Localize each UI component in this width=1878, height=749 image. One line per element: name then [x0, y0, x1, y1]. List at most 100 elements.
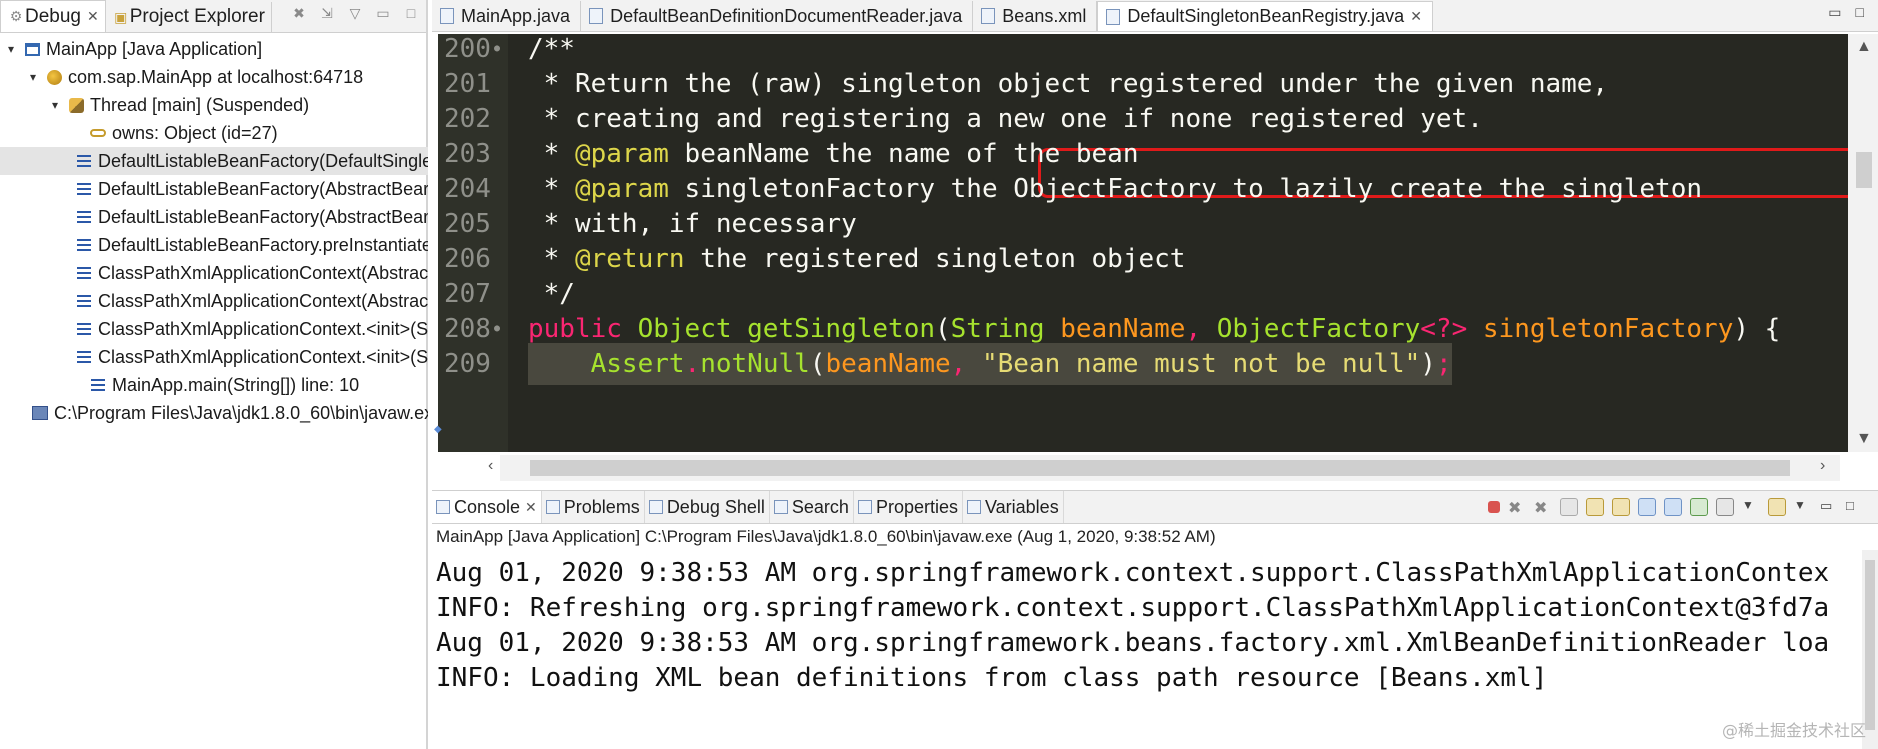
- scroll-thumb[interactable]: [530, 460, 1790, 476]
- maximize-icon[interactable]: □: [1846, 498, 1864, 516]
- debug-tree-item[interactable]: ClassPathXmlApplicationContext.<init>(S: [0, 343, 428, 371]
- maximize-icon[interactable]: □: [402, 4, 420, 22]
- app-icon: [24, 41, 40, 57]
- scroll-thumb[interactable]: [1856, 152, 1872, 188]
- word-wrap-icon[interactable]: [1612, 498, 1630, 516]
- code-token: <?>: [1420, 314, 1468, 344]
- debug-tree-item[interactable]: DefaultListableBeanFactory(DefaultSingle: [0, 147, 428, 175]
- variables-icon: [966, 500, 981, 514]
- show-on-stderr-icon[interactable]: [1664, 498, 1682, 516]
- debug-tree-item[interactable]: ClassPathXmlApplicationContext(Abstrac: [0, 259, 428, 287]
- view-menu-icon[interactable]: ▽: [346, 4, 364, 22]
- editor-window-controls: ▭ □: [1828, 4, 1864, 21]
- problems-icon: [545, 500, 560, 514]
- tab-console[interactable]: Console ✕: [432, 491, 542, 523]
- debug-tree-item-label: ClassPathXmlApplicationContext.<init>(S: [98, 346, 428, 367]
- console-output[interactable]: Aug 01, 2020 9:38:53 AM org.springframew…: [432, 550, 1862, 749]
- line-number: 209: [444, 349, 491, 379]
- stack-frame-icon: [76, 237, 92, 253]
- close-icon[interactable]: ✕: [1410, 8, 1422, 25]
- open-console-icon[interactable]: [1768, 498, 1786, 516]
- clear-console-icon[interactable]: [1560, 498, 1578, 516]
- editor-vertical-scrollbar[interactable]: ▲ ▼: [1848, 34, 1878, 452]
- chevron-down-icon[interactable]: ▾: [48, 98, 62, 112]
- debug-tree-item-label: ClassPathXmlApplicationContext(Abstrac: [98, 262, 428, 283]
- remove-launch-icon[interactable]: ✖: [1508, 498, 1526, 517]
- editor-tab[interactable]: DefaultBeanDefinitionDocumentReader.java: [581, 1, 974, 31]
- editor-tab-label: MainApp.java: [461, 5, 571, 26]
- tab-console-label: Console: [454, 496, 521, 517]
- debug-tree-item[interactable]: DefaultListableBeanFactory(AbstractBean: [0, 203, 428, 231]
- collapse-icon[interactable]: ⇲: [318, 4, 336, 22]
- tab-properties[interactable]: Properties: [854, 491, 963, 523]
- code-token: ): [1420, 349, 1436, 379]
- minimize-icon[interactable]: ▭: [1828, 4, 1841, 21]
- debug-tree-item[interactable]: ClassPathXmlApplicationContext.<init>(S: [0, 315, 428, 343]
- code-token: @return: [574, 244, 685, 274]
- scroll-left-icon[interactable]: ‹: [488, 457, 493, 475]
- tab-properties-label: Properties: [875, 496, 958, 517]
- scroll-up-icon[interactable]: ▲: [1856, 38, 1872, 56]
- scroll-right-icon[interactable]: ›: [1820, 457, 1825, 475]
- search-icon: [773, 500, 788, 514]
- tab-variables[interactable]: Variables: [963, 491, 1064, 523]
- code-token: @param: [574, 139, 669, 169]
- debug-tree-item[interactable]: ▾ com.sap.MainApp at localhost:64718: [0, 63, 428, 91]
- debug-tree-item[interactable]: ▾ Thread [main] (Suspended): [0, 91, 428, 119]
- tab-debug-shell[interactable]: Debug Shell: [645, 491, 770, 523]
- chevron-down-icon[interactable]: ▾: [26, 70, 40, 84]
- stack-frame-icon: [76, 293, 92, 309]
- close-icon[interactable]: ✕: [525, 499, 537, 516]
- code-token: * with, if necessary: [528, 209, 857, 239]
- minimize-icon[interactable]: ▭: [1820, 498, 1838, 516]
- code-token: Object: [637, 314, 732, 344]
- editor-tab[interactable]: Beans.xml: [973, 1, 1098, 31]
- scroll-down-icon[interactable]: ▼: [1856, 430, 1872, 448]
- debug-tree-item-label: DefaultListableBeanFactory(DefaultSingle: [98, 150, 428, 171]
- code-token: getSingleton: [747, 314, 935, 344]
- debug-tree-item[interactable]: owns: Object (id=27): [0, 119, 428, 147]
- debug-tree-item[interactable]: DefaultListableBeanFactory(AbstractBear: [0, 175, 428, 203]
- tab-problems[interactable]: Problems: [542, 491, 645, 523]
- display-console-icon[interactable]: [1716, 498, 1734, 516]
- show-on-stdout-icon[interactable]: [1638, 498, 1656, 516]
- terminate-icon[interactable]: [1488, 501, 1500, 513]
- tab-project-explorer[interactable]: ▣ Project Explorer: [106, 2, 272, 32]
- scroll-lock-icon[interactable]: [1586, 498, 1604, 516]
- debug-tree-item-label: DefaultListableBeanFactory(AbstractBean: [98, 206, 428, 227]
- debug-tree-item[interactable]: ClassPathXmlApplicationContext(Abstrac: [0, 287, 428, 315]
- pin-console-icon[interactable]: [1690, 498, 1708, 516]
- code-token: ;: [1435, 349, 1452, 379]
- code-token: /**: [528, 34, 575, 64]
- chevron-down-icon[interactable]: ▼: [1742, 498, 1760, 516]
- debug-tree-item[interactable]: DefaultListableBeanFactory.preInstantiat…: [0, 231, 428, 259]
- xml-file-icon: [981, 8, 996, 24]
- close-icon[interactable]: ✕: [87, 8, 99, 25]
- chevron-down-icon[interactable]: ▾: [4, 42, 18, 56]
- chevron-down-icon[interactable]: ▼: [1794, 498, 1812, 516]
- maximize-icon[interactable]: □: [1856, 4, 1864, 21]
- scroll-thumb[interactable]: [1865, 560, 1875, 730]
- code-line[interactable]: 209 Assert.notNull(beanName, "Bean name …: [438, 343, 1848, 385]
- tab-search-label: Search: [791, 496, 849, 517]
- debug-tree-item[interactable]: C:\Program Files\Java\jdk1.8.0_60\bin\ja…: [0, 399, 428, 427]
- minimize-icon[interactable]: ▭: [374, 4, 392, 22]
- code-token: String: [950, 314, 1045, 344]
- code-token: (: [935, 314, 951, 344]
- editor-tab[interactable]: MainApp.java: [432, 1, 582, 31]
- eclipse-window: ⚙ Debug ✕ ▣ Project Explorer ✖ ⇲ ▽ ▭ □ ▾…: [0, 0, 1878, 749]
- remove-all-terminated-icon[interactable]: ✖: [290, 4, 308, 22]
- editor-tab[interactable]: DefaultSingletonBeanRegistry.java ✕: [1097, 1, 1433, 31]
- code-editor[interactable]: 200 ●/** 201 * Return the (raw) singleton …: [438, 34, 1848, 452]
- editor-horizontal-scrollbar[interactable]: ‹ ›: [488, 455, 1840, 481]
- debug-tree-item[interactable]: ▾ MainApp [Java Application]: [0, 35, 428, 63]
- editor-tabs: MainApp.java DefaultBeanDefinitionDocumen…: [432, 0, 1878, 32]
- remove-all-icon[interactable]: ✖: [1534, 498, 1552, 517]
- tab-debug[interactable]: ⚙ Debug ✕: [0, 0, 106, 32]
- tab-search[interactable]: Search: [770, 491, 854, 523]
- debug-tree-item[interactable]: MainApp.main(String[]) line: 10: [0, 371, 428, 399]
